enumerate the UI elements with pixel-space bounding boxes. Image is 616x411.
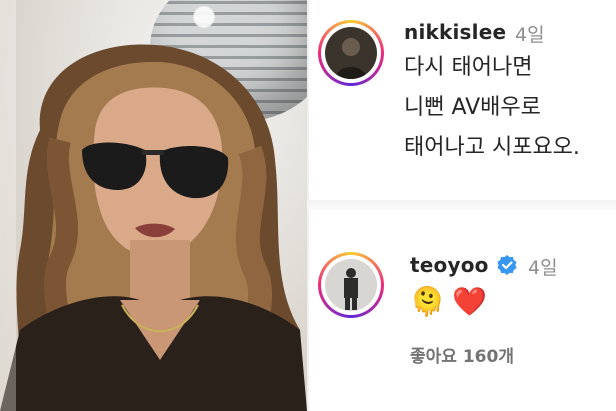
- avatar-photo-icon: [325, 259, 377, 311]
- melting-face-emoji: 🫠: [410, 285, 445, 318]
- likes-count[interactable]: 좋아요 160개: [410, 342, 514, 367]
- divider: [307, 200, 616, 210]
- teoyoo-avatar[interactable]: [318, 252, 384, 318]
- comment-text-line-1: 다시 태어나면: [404, 55, 533, 80]
- portrait-photo: [0, 0, 307, 411]
- comment-time[interactable]: 4일: [515, 20, 545, 47]
- comment-text-line-3: 태어나고 시포요오.: [404, 135, 580, 160]
- comment-text-line-2: 니뻔 AV배우로: [404, 95, 541, 120]
- comment-username[interactable]: teoyoo: [410, 253, 489, 277]
- avatar: [325, 27, 377, 79]
- avatar: [325, 259, 377, 311]
- verified-badge-icon: [497, 255, 517, 275]
- portrait-illustration: [0, 44, 307, 411]
- nikkislee-avatar[interactable]: [318, 20, 384, 86]
- avatar-photo-icon: [325, 27, 377, 79]
- photo-edge: [0, 0, 16, 411]
- comment-time[interactable]: 4일: [528, 253, 558, 280]
- heart-emoji: ❤️: [452, 285, 487, 318]
- comment-username[interactable]: nikkislee: [404, 20, 506, 44]
